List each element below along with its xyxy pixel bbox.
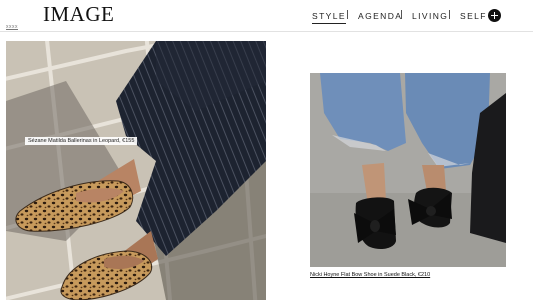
- site-header: IMAGE STYLE AGENDA LIVING SELF xxxx: [0, 0, 533, 31]
- article-image-bow-shoes[interactable]: [310, 73, 506, 267]
- nav-living[interactable]: LIVING: [412, 11, 448, 21]
- plus-circle-icon[interactable]: [488, 9, 501, 22]
- image-caption-tag[interactable]: Sézane Matilda Ballerinas in Leopard, €1…: [25, 137, 138, 145]
- nav-agenda[interactable]: AGENDA: [358, 11, 402, 21]
- nav-divider: [401, 10, 402, 19]
- header-divider: [0, 31, 533, 32]
- nav-divider: [347, 10, 348, 19]
- article-image-leopard-ballerinas[interactable]: Sézane Matilda Ballerinas in Leopard, €1…: [6, 41, 266, 300]
- breadcrumb-stub[interactable]: xxxx: [6, 24, 18, 30]
- nav-divider: [449, 10, 450, 19]
- nav-self[interactable]: SELF: [460, 11, 487, 21]
- leopard-ballerinas-photo: [6, 41, 266, 300]
- nav-style[interactable]: STYLE: [312, 11, 346, 24]
- site-logo[interactable]: IMAGE: [43, 2, 114, 26]
- image-caption-bow-shoes[interactable]: Nicki Hoyne Flat Bow Shoe in Suede Black…: [310, 272, 430, 278]
- bow-shoes-photo: [310, 73, 506, 267]
